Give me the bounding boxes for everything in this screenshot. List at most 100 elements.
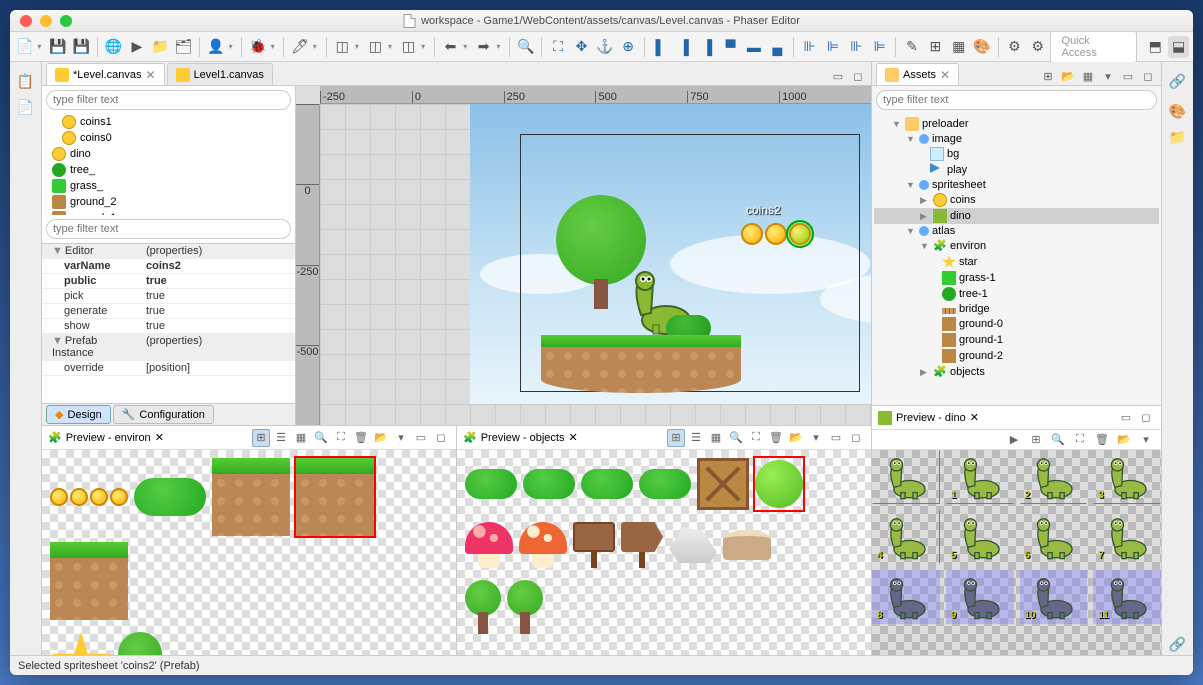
- zoom-button[interactable]: 🔍: [515, 36, 536, 58]
- open-icon[interactable]: 📂: [372, 429, 390, 447]
- thumb-ground-selected[interactable]: [296, 458, 374, 536]
- layer2-btn[interactable]: ◫: [365, 36, 386, 58]
- view-btn3[interactable]: ▦: [1079, 67, 1097, 85]
- stack-button[interactable]: 🗂: [173, 36, 194, 58]
- thumb-ground[interactable]: [50, 542, 128, 620]
- sprite-coin-selected[interactable]: [789, 223, 811, 245]
- minimize-window-button[interactable]: [40, 15, 52, 27]
- tab-assets[interactable]: Assets ✕: [876, 63, 959, 85]
- close-view-icon[interactable]: ✕: [155, 431, 164, 444]
- thumb-mushroom-pink[interactable]: [465, 522, 513, 568]
- trim-btn1[interactable]: 📋: [15, 70, 37, 92]
- asset-bridge[interactable]: bridge: [874, 302, 1159, 316]
- minimize-view-icon[interactable]: ▭: [829, 67, 847, 85]
- debug-button[interactable]: 🐞: [247, 36, 268, 58]
- outline-item-ground2[interactable]: ground_2: [42, 194, 295, 210]
- zoom-icon[interactable]: 🔍: [727, 429, 745, 447]
- clear-icon[interactable]: 🗑: [767, 429, 785, 447]
- align-middle-button[interactable]: ▬: [743, 36, 764, 58]
- min-icon[interactable]: ▭: [827, 429, 845, 447]
- thumb-bush[interactable]: [639, 458, 691, 510]
- menu-icon[interactable]: ▾: [392, 429, 410, 447]
- dino-frame[interactable]: 4: [872, 510, 940, 564]
- max-icon[interactable]: ◻: [847, 429, 865, 447]
- menu-icon[interactable]: ▾: [807, 429, 825, 447]
- globe-button[interactable]: 🌐: [103, 36, 124, 58]
- clear-icon[interactable]: 🗑: [1093, 431, 1111, 449]
- open-icon[interactable]: 📂: [787, 429, 805, 447]
- perspective2-button[interactable]: ⬓: [1168, 36, 1189, 58]
- close-view-icon[interactable]: ✕: [568, 431, 577, 444]
- align-left-button[interactable]: ▌: [650, 36, 671, 58]
- panel-button[interactable]: ▦: [948, 36, 969, 58]
- prop-val-override[interactable]: [position]: [142, 361, 295, 375]
- trim-link2-icon[interactable]: 🔗: [1167, 633, 1189, 655]
- new-button[interactable]: 📄: [14, 36, 35, 58]
- align-right-button[interactable]: ▐: [697, 36, 718, 58]
- outline-filter-input[interactable]: [46, 90, 291, 110]
- asset-coins[interactable]: ▶coins: [874, 192, 1159, 208]
- sprite-coin[interactable]: [741, 223, 763, 245]
- asset-ground2[interactable]: ground-2: [874, 348, 1159, 364]
- dino-spritesheet[interactable]: 1234567891011: [872, 450, 1161, 655]
- prop-val-varname[interactable]: coins2: [142, 259, 295, 273]
- asset-grass1[interactable]: grass-1: [874, 270, 1159, 286]
- dist3-button[interactable]: ⊫: [869, 36, 890, 58]
- close-view-icon[interactable]: ✕: [970, 411, 979, 424]
- outline-item-ground1[interactable]: ground_1: [42, 210, 295, 215]
- zoom-window-button[interactable]: [60, 15, 72, 27]
- thumb-star[interactable]: [50, 632, 112, 655]
- target-button[interactable]: ⊕: [617, 36, 638, 58]
- wand-button[interactable]: 🖊: [289, 36, 310, 58]
- zoom-icon[interactable]: 🔍: [312, 429, 330, 447]
- view-grid-icon[interactable]: ⊞: [667, 429, 685, 447]
- prop-val-public[interactable]: true: [142, 274, 295, 288]
- sprite-coins-group[interactable]: [741, 223, 811, 245]
- fit-button[interactable]: ⛶: [547, 36, 568, 58]
- view-list-icon[interactable]: ☰: [272, 429, 290, 447]
- asset-preloader[interactable]: ▼preloader: [874, 116, 1159, 132]
- close-view-icon[interactable]: ✕: [940, 68, 950, 82]
- thumb-bush[interactable]: [134, 458, 206, 536]
- user-button[interactable]: 👤: [205, 36, 226, 58]
- dino-frame[interactable]: 3: [1093, 450, 1161, 504]
- view-btn1[interactable]: ⊞: [1039, 67, 1057, 85]
- align-bottom-button[interactable]: ▄: [767, 36, 788, 58]
- sprite-platform[interactable]: [541, 335, 741, 393]
- close-tab-icon[interactable]: ✕: [146, 68, 156, 82]
- outline-item-coins1[interactable]: coins1: [42, 114, 295, 130]
- tab-design[interactable]: ◆Design: [46, 405, 111, 424]
- fwd-button[interactable]: ➡: [473, 36, 494, 58]
- save-button[interactable]: 💾: [47, 36, 68, 58]
- view-tile-icon[interactable]: ▦: [292, 429, 310, 447]
- asset-environ[interactable]: ▼🧩environ: [874, 238, 1159, 254]
- trim-palette-icon[interactable]: 🎨: [1167, 100, 1189, 122]
- palette-button[interactable]: 🎨: [971, 36, 992, 58]
- thumb-stump[interactable]: [723, 522, 771, 568]
- anchor-button[interactable]: ⚓: [594, 36, 615, 58]
- max-icon[interactable]: ◻: [1137, 409, 1155, 427]
- asset-play[interactable]: play: [874, 162, 1159, 178]
- gear-button[interactable]: ⚙: [1004, 36, 1025, 58]
- thumb-arrow-sign[interactable]: [621, 522, 663, 568]
- grid-button[interactable]: ⊞: [925, 36, 946, 58]
- asset-bg[interactable]: bg: [874, 146, 1159, 162]
- dino-frame[interactable]: 11: [1093, 570, 1161, 624]
- min-icon[interactable]: ▭: [1119, 67, 1137, 85]
- thumb-tree[interactable]: [465, 580, 501, 634]
- trim-folder-icon[interactable]: 📁: [1167, 126, 1189, 148]
- thumb-bush[interactable]: [465, 458, 517, 510]
- dino-frame[interactable]: 6: [1020, 510, 1088, 564]
- open-icon[interactable]: 📂: [1115, 431, 1133, 449]
- asset-image-group[interactable]: ▼image: [874, 132, 1159, 146]
- dino-frame[interactable]: 2: [1020, 450, 1088, 504]
- dino-frame[interactable]: 7: [1093, 510, 1161, 564]
- dino-frame[interactable]: 1: [946, 450, 1014, 504]
- thumb-coins[interactable]: [50, 458, 128, 536]
- maximize-view-icon[interactable]: ◻: [849, 67, 867, 85]
- outline-tree[interactable]: coins1 coins0 dino tree_ grass_ ground_2…: [42, 114, 295, 215]
- close-window-button[interactable]: [20, 15, 32, 27]
- tab-level1-canvas[interactable]: Level1.canvas: [167, 63, 273, 85]
- prop-val-generate[interactable]: true: [142, 304, 295, 318]
- max-icon[interactable]: ◻: [1139, 67, 1157, 85]
